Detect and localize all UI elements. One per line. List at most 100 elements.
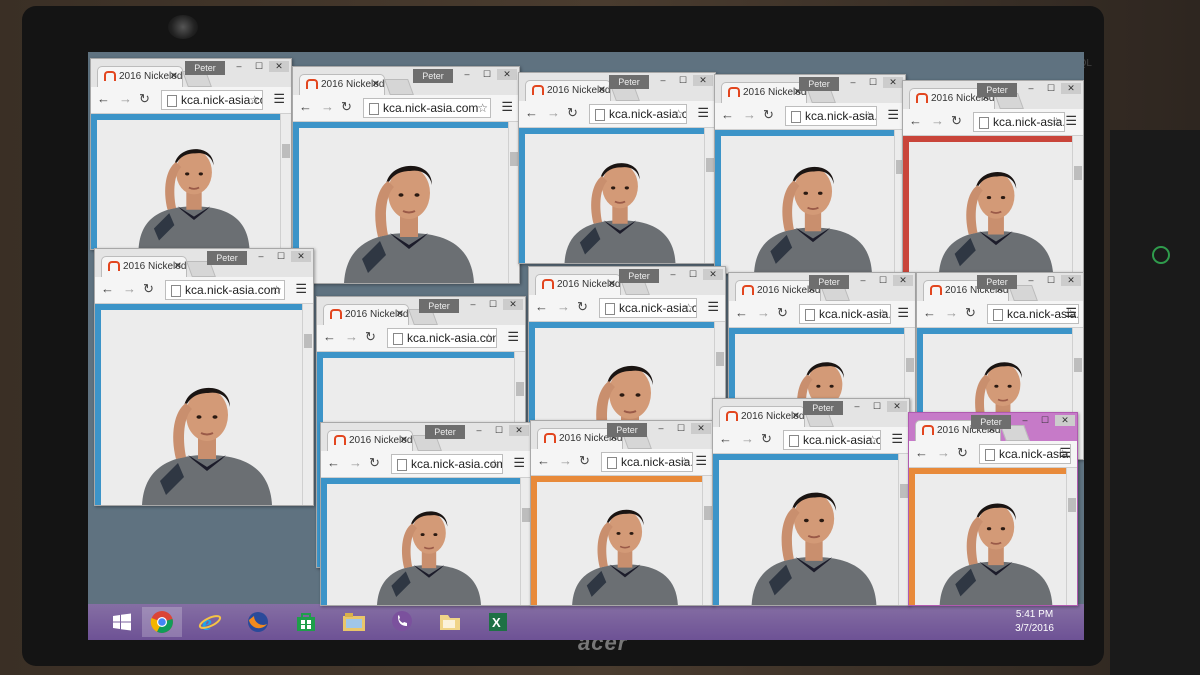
maximize-icon[interactable]: ☐	[673, 75, 693, 86]
window-titlebar[interactable]: 2016 Nickelodeon ✕ Peter –☐✕	[729, 273, 915, 302]
address-bar[interactable]: kca.nick-asia.com ☆	[785, 106, 877, 126]
maximize-icon[interactable]: ☐	[671, 423, 691, 434]
scrollbar-thumb[interactable]	[1068, 498, 1076, 512]
scrollbar-thumb[interactable]	[716, 352, 724, 366]
back-arrow-icon[interactable]: ←	[327, 455, 340, 470]
reload-icon[interactable]: ↻	[957, 445, 968, 461]
profile-button[interactable]: Peter	[799, 77, 839, 91]
address-bar[interactable]: kca.nick-asia.com ☆	[783, 430, 881, 450]
browser-tab[interactable]: 2016 Nickelodeon ✕	[525, 80, 611, 102]
bookmark-star-icon[interactable]: ☆	[877, 305, 888, 323]
forward-arrow-icon[interactable]: →	[123, 281, 136, 296]
reload-icon[interactable]: ↻	[579, 453, 590, 469]
maximize-icon[interactable]: ☐	[867, 401, 887, 412]
chrome-menu-icon[interactable]: ☰	[507, 329, 519, 345]
window-titlebar[interactable]: 2016 Nickelodeon ✕ Peter –☐✕	[909, 413, 1077, 442]
maximize-icon[interactable]: ☐	[683, 269, 703, 280]
back-arrow-icon[interactable]: ←	[735, 305, 748, 320]
back-arrow-icon[interactable]: ←	[915, 445, 928, 460]
close-window-icon[interactable]: ✕	[883, 77, 903, 88]
reload-icon[interactable]: ↻	[951, 113, 962, 129]
back-arrow-icon[interactable]: ←	[535, 299, 548, 314]
close-tab-icon[interactable]: ✕	[400, 431, 408, 451]
close-window-icon[interactable]: ✕	[691, 423, 711, 434]
window-titlebar[interactable]: 2016 Nickelodeon ✕ Peter –☐✕	[531, 421, 713, 450]
reload-icon[interactable]: ↻	[777, 305, 788, 321]
minimize-icon[interactable]: –	[457, 69, 477, 79]
start-button[interactable]	[102, 607, 142, 637]
bookmark-star-icon[interactable]: ☆	[477, 99, 488, 117]
close-tab-icon[interactable]: ✕	[792, 407, 800, 427]
forward-arrow-icon[interactable]: →	[743, 107, 756, 122]
close-window-icon[interactable]: ✕	[509, 425, 529, 436]
window-titlebar[interactable]: 2016 Nickelodeon ✕ Peter –☐✕	[713, 399, 909, 428]
address-bar[interactable]: kca.nick-asia.com ☆	[161, 90, 263, 110]
browser-tab[interactable]: 2016 Nickelodeon ✕	[97, 66, 183, 88]
profile-button[interactable]: Peter	[413, 69, 453, 83]
profile-button[interactable]: Peter	[977, 83, 1017, 97]
reload-icon[interactable]: ↻	[965, 305, 976, 321]
bookmark-star-icon[interactable]: ☆	[249, 91, 260, 109]
reload-icon[interactable]: ↻	[567, 105, 578, 121]
page-scrollbar[interactable]	[1072, 136, 1083, 275]
maximize-icon[interactable]: ☐	[477, 69, 497, 80]
back-arrow-icon[interactable]: ←	[323, 329, 336, 344]
minimize-icon[interactable]: –	[229, 61, 249, 71]
chrome-menu-icon[interactable]: ☰	[1065, 305, 1077, 321]
back-arrow-icon[interactable]: ←	[909, 113, 922, 128]
bookmark-star-icon[interactable]: ☆	[679, 453, 690, 471]
browser-window[interactable]: 2016 Nickelodeon ✕ Peter –☐✕ ← → ↻ kca.n…	[530, 420, 714, 606]
browser-window[interactable]: 2016 Nickelodeon ✕ Peter –☐✕ ← → ↻ kca.n…	[292, 66, 520, 284]
profile-button[interactable]: Peter	[207, 251, 247, 265]
scrollbar-thumb[interactable]	[304, 334, 312, 348]
close-window-icon[interactable]: ✕	[693, 75, 713, 86]
maximize-icon[interactable]: ☐	[1035, 415, 1055, 426]
profile-button[interactable]: Peter	[607, 423, 647, 437]
forward-arrow-icon[interactable]: →	[345, 329, 358, 344]
chrome-menu-icon[interactable]: ☰	[295, 281, 307, 297]
minimize-icon[interactable]: –	[1015, 415, 1035, 425]
close-window-icon[interactable]: ✕	[503, 299, 523, 310]
close-tab-icon[interactable]: ✕	[372, 75, 380, 95]
chrome-menu-icon[interactable]: ☰	[891, 431, 903, 447]
browser-window[interactable]: 2016 Nickelodeon ✕ Peter –☐✕ ← → ↻ kca.n…	[94, 248, 314, 506]
forward-arrow-icon[interactable]: →	[349, 455, 362, 470]
close-window-icon[interactable]: ✕	[291, 251, 311, 262]
close-window-icon[interactable]: ✕	[497, 69, 517, 80]
address-bar[interactable]: kca.nick-asia.com ☆	[599, 298, 697, 318]
close-window-icon[interactable]: ✕	[887, 401, 907, 412]
scrollbar-thumb[interactable]	[1074, 358, 1082, 372]
browser-window[interactable]: 2016 Nickelodeon ✕ Peter –☐✕ ← → ↻ kca.n…	[712, 398, 910, 606]
chrome-menu-icon[interactable]: ☰	[1059, 445, 1071, 461]
window-titlebar[interactable]: 2016 Nickelodeon ✕ Peter –☐✕	[91, 59, 291, 88]
browser-tab[interactable]: 2016 Nickelodeon ✕	[719, 406, 805, 428]
back-arrow-icon[interactable]: ←	[525, 105, 538, 120]
maximize-icon[interactable]: ☐	[483, 299, 503, 310]
minimize-icon[interactable]: –	[469, 425, 489, 435]
address-bar[interactable]: kca.nick-asia.com ☆	[601, 452, 693, 472]
address-bar[interactable]: kca.nick-asia.com ☆	[589, 104, 687, 124]
taskbar-folder-button[interactable]	[430, 607, 470, 637]
minimize-icon[interactable]: –	[653, 75, 673, 85]
bookmark-star-icon[interactable]: ☆	[863, 107, 874, 125]
address-bar[interactable]: kca.nick-asia.com ☆	[363, 98, 491, 118]
window-titlebar[interactable]: 2016 Nickelodeon ✕ Peter –☐✕	[321, 423, 531, 452]
forward-arrow-icon[interactable]: →	[741, 431, 754, 446]
taskbar-chrome-button[interactable]	[142, 607, 182, 637]
close-window-icon[interactable]: ✕	[1061, 83, 1081, 94]
window-titlebar[interactable]: 2016 Nickelodeon ✕ Peter –☐✕	[917, 273, 1083, 302]
address-bar[interactable]: kca.nick-asia.com ☆	[391, 454, 503, 474]
window-titlebar[interactable]: 2016 Nickelodeon ✕ Peter –☐✕	[715, 75, 905, 104]
window-titlebar[interactable]: 2016 Nickelodeon ✕ Peter –☐✕	[95, 249, 313, 278]
browser-tab[interactable]: 2016 Nickelodeon ✕	[323, 304, 409, 326]
profile-button[interactable]: Peter	[185, 61, 225, 75]
scrollbar-thumb[interactable]	[516, 382, 524, 396]
profile-button[interactable]: Peter	[609, 75, 649, 89]
browser-tab[interactable]: 2016 Nickelodeon ✕	[299, 74, 385, 96]
browser-window[interactable]: 2016 Nickelodeon ✕ Peter –☐✕ ← → ↻ kca.n…	[90, 58, 292, 250]
browser-tab[interactable]: 2016 Nickelodeon ✕	[721, 82, 807, 104]
window-titlebar[interactable]: 2016 Nickelodeon ✕ Peter –☐✕	[317, 297, 525, 326]
minimize-icon[interactable]: –	[843, 77, 863, 87]
scrollbar-thumb[interactable]	[704, 506, 712, 520]
taskbar-viber-button[interactable]	[382, 607, 422, 637]
